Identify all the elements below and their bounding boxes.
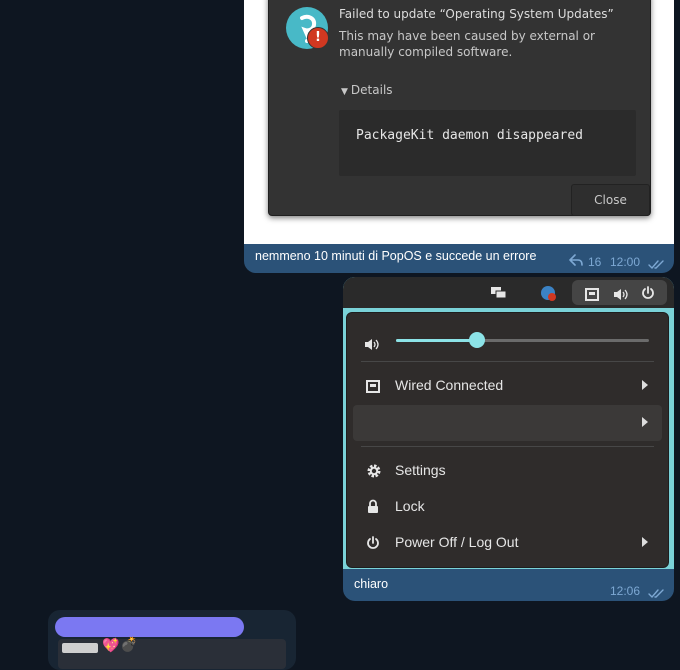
error-dialog: ! Failed to update “Operating System Upd… [268, 0, 651, 216]
screenshot-image[interactable]: ! Failed to update “Operating System Upd… [244, 0, 674, 244]
chevron-right-icon [642, 380, 648, 390]
volume-slider[interactable] [396, 332, 649, 348]
menu-item-power-off[interactable]: Power Off / Log Out [353, 525, 662, 561]
volume-icon [364, 336, 380, 355]
gear-icon [366, 463, 382, 483]
message-bubble-2[interactable]: Wired Connected Settings Lock Power Off … [343, 277, 674, 601]
details-expander[interactable]: ▼ Details [341, 83, 393, 97]
error-badge-icon: ! [307, 27, 329, 49]
double-check-icon [648, 584, 666, 601]
menu-item-label: Lock [395, 498, 425, 514]
volume-icon [613, 286, 629, 305]
bomb-emoji-icon: 💣 [120, 637, 138, 653]
top-panel [343, 277, 674, 308]
notification-icon[interactable] [540, 285, 558, 307]
triangle-down-icon: ▼ [341, 87, 348, 97]
separator [361, 361, 654, 362]
menu-item-settings[interactable]: Settings [353, 453, 662, 489]
volume-fill [396, 339, 477, 342]
message-caption: chiaro [354, 577, 389, 591]
chevron-right-icon [642, 417, 648, 427]
message-bubble-1[interactable]: ! Failed to update “Operating System Upd… [244, 0, 674, 273]
menu-item-label: Power Off / Log Out [395, 534, 519, 550]
power-icon [641, 285, 655, 304]
display-icon[interactable] [490, 285, 508, 305]
message-bubble-3[interactable]: 💖 💣 [48, 610, 296, 670]
menu-item-wired-connected[interactable]: Wired Connected [353, 368, 662, 404]
power-icon [366, 535, 380, 554]
sender-name-placeholder [55, 617, 244, 637]
message-time: 12:06 [610, 584, 641, 598]
double-check-icon [648, 255, 666, 273]
menu-item-lock[interactable]: Lock [353, 489, 662, 525]
error-title: Failed to update “Operating System Updat… [339, 7, 614, 21]
thumbnail [62, 643, 98, 653]
menu-item-label: Settings [395, 462, 446, 478]
separator [361, 446, 654, 447]
reply-count[interactable]: 16 [588, 255, 601, 269]
chevron-right-icon [642, 537, 648, 547]
close-button[interactable]: Close [571, 184, 650, 216]
menu-item-submenu[interactable] [353, 405, 662, 441]
status-area[interactable] [572, 280, 667, 305]
error-description: This may have been caused by external or… [339, 29, 595, 59]
reply-preview[interactable]: 💖 💣 [58, 637, 286, 669]
details-text: PackageKit daemon disappeared [356, 128, 583, 143]
wired-network-icon [366, 378, 380, 397]
screenshot-image[interactable]: Wired Connected Settings Lock Power Off … [343, 277, 674, 569]
message-time: 12:00 [610, 255, 641, 269]
reply-icon[interactable] [569, 252, 583, 271]
details-panel: PackageKit daemon disappeared [339, 110, 636, 176]
lock-icon [366, 499, 380, 518]
system-menu: Wired Connected Settings Lock Power Off … [346, 312, 669, 568]
volume-slider-handle[interactable] [468, 332, 485, 348]
details-label: Details [350, 83, 393, 97]
message-caption: nemmeno 10 minuti di PopOS e succede un … [255, 249, 537, 263]
wired-network-icon [585, 286, 599, 305]
menu-item-label: Wired Connected [395, 377, 504, 393]
heart-emoji-icon: 💖 [102, 638, 120, 654]
